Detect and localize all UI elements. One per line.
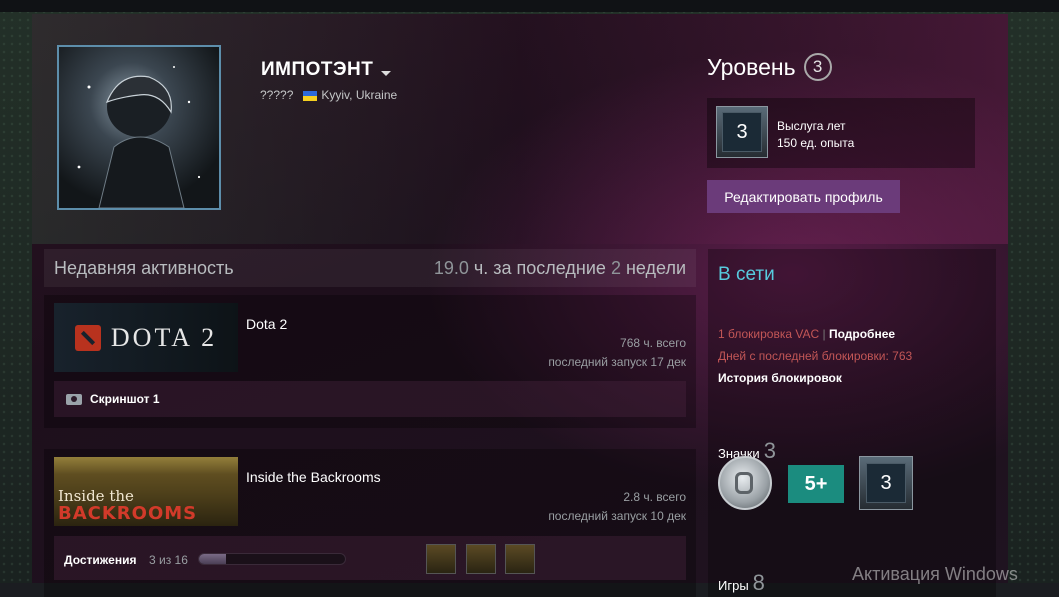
achievements-count: 3 из 16 [149,553,188,567]
game-last-played: последний запуск 17 дек [548,355,686,369]
years-badge-value: 3 [866,463,906,503]
game-name[interactable]: Dota 2 [246,316,287,332]
level-label: Уровень [707,53,796,80]
game-card-backrooms: Inside the BACKROOMS Inside the Backroom… [44,449,696,597]
online-status: В сети [718,264,775,285]
badge-value: 3 [722,112,762,152]
achievement-icon[interactable] [466,544,496,574]
recent-activity-header: Недавняя активность 19.0 ч. за последние… [44,249,696,287]
persona-row: ИМПОТЭНТ [261,59,392,81]
real-name-row: ????? Kyyiv, Ukraine [260,88,397,102]
badge-name: Выслуга лет [777,119,846,133]
games-section[interactable]: Игры 8 [718,570,765,596]
ban-history-link[interactable]: История блокировок [718,367,912,389]
game-stats: 768 ч. всего последний запуск 17 дек [548,334,686,372]
windows-activation-watermark: Активация Windows [852,564,1018,584]
games-label: Игры [718,578,749,593]
five-plus-badge-icon[interactable]: 5+ [788,465,844,503]
game-capsule-dota2[interactable]: DOTA 2 [54,303,238,372]
weeks-value: 2 [610,257,621,278]
persona-name: ИМПОТЭНТ [261,59,374,80]
achievements-progress-fill [199,554,227,564]
vac-more-link[interactable]: Подробнее [829,327,895,341]
vac-separator: | [822,327,826,341]
achievements-row[interactable]: Достижения 3 из 16 [54,536,686,580]
dota-logo-icon [74,324,101,351]
location-text: Kyyiv, Ukraine [321,88,398,102]
weeks-text: недели [625,257,686,278]
game-last-played: последний запуск 10 дек [548,509,686,523]
vac-info: 1 блокировка VAC | Подробнее Дней с посл… [718,323,912,389]
chevron-down-icon[interactable] [381,70,392,76]
profile-panel: ИМПОТЭНТ ????? Kyyiv, Ukraine Уровень 3 … [32,14,1008,597]
achievements-progress-bar [198,553,346,565]
screenshots-label: Скриншот 1 [90,392,160,406]
recent-activity-hours: 19.0 ч. за последние 2 недели [434,258,686,279]
game-card-dota2: DOTA 2 Dota 2 768 ч. всего последний зап… [44,295,696,428]
coin-badge-icon[interactable] [718,456,772,510]
dota-capsule-text: DOTA 2 [110,322,218,352]
badges-count: 3 [763,438,776,463]
achievements-label: Достижения [64,553,137,567]
avatar[interactable] [57,45,221,210]
game-total-hours: 768 ч. всего [620,336,686,350]
backrooms-capsule-line2: BACKROOMS [58,503,198,524]
badge-info: Выслуга лет 150 ед. опыта [777,118,854,152]
badge-xp: 150 ед. опыта [777,136,855,150]
years-of-service-badge-icon: 3 [716,106,768,158]
achievement-icon[interactable] [426,544,456,574]
vac-ban-text: 1 блокировка VAC [718,327,820,341]
location: Kyyiv, Ukraine [303,88,397,102]
achievement-icon[interactable] [505,544,535,574]
hours-value: 19.0 [433,257,469,278]
camera-icon [66,393,82,405]
recent-activity-title: Недавняя активность [54,257,234,278]
level-badge[interactable]: 3 [803,53,832,81]
game-total-hours: 2.8 ч. всего [623,490,686,504]
hours-text: ч. за последние [473,257,606,278]
game-stats: 2.8 ч. всего последний запуск 10 дек [548,488,686,526]
game-name[interactable]: Inside the Backrooms [246,469,381,485]
level-row: Уровень 3 [707,53,832,81]
days-since-ban: Дней с последней блокировки: 763 [718,349,913,363]
screenshots-row[interactable]: Скриншот 1 [54,381,686,417]
top-bar [0,0,1059,12]
ukraine-flag-icon [303,90,318,101]
edit-profile-button[interactable]: Редактировать профиль [707,180,900,213]
right-sidebar: В сети 1 блокировка VAC | Подробнее Дней… [708,249,996,597]
favorite-badge-box[interactable]: 3 Выслуга лет 150 ед. опыта [707,98,975,168]
years-badge-icon[interactable]: 3 [859,456,913,510]
real-name: ????? [260,88,294,102]
game-capsule-backrooms[interactable]: Inside the BACKROOMS [54,457,238,526]
